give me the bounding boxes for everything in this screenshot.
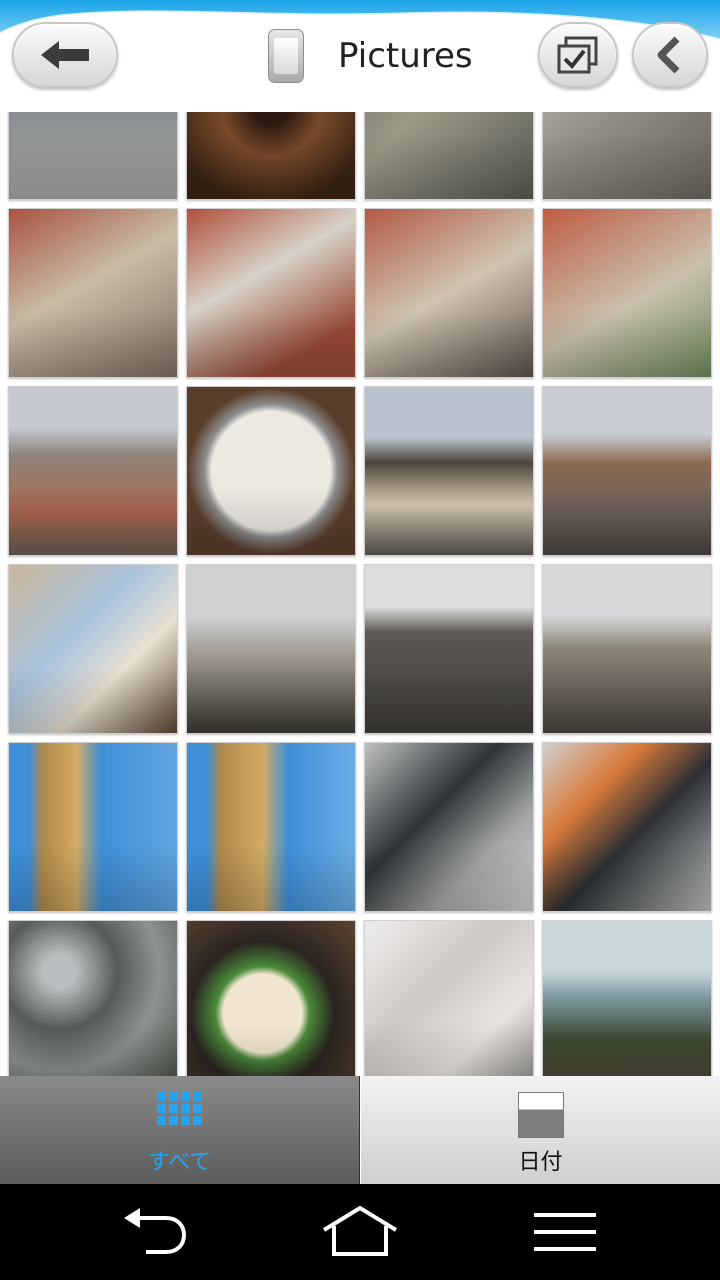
thumbnail-market-aerial-2[interactable] xyxy=(542,112,712,200)
home-icon xyxy=(322,1206,398,1256)
thumbnail-four-cylinder-tower-2[interactable] xyxy=(186,742,356,912)
view-tabs: すべて 日付 xyxy=(0,1076,720,1184)
thumbnail-castle-tower[interactable] xyxy=(364,564,534,734)
app-header: Pictures xyxy=(0,0,720,112)
thumbnail-city-aerial-window[interactable] xyxy=(8,208,178,378)
menu-icon xyxy=(534,1213,596,1251)
thumbnail-lake-view[interactable] xyxy=(542,920,712,1076)
photo-grid xyxy=(8,112,712,1076)
thumbnail-castle-front[interactable] xyxy=(542,564,712,734)
collapse-button[interactable] xyxy=(632,22,708,88)
back-icon xyxy=(124,1208,187,1254)
thumbnail-city-aerial-window-2[interactable] xyxy=(364,208,534,378)
gallery-screen: Pictures すべて 日付 xyxy=(0,0,720,1280)
grid-icon xyxy=(156,1092,203,1138)
select-mode-button[interactable] xyxy=(538,22,618,88)
thumbnail-cathedral-clock[interactable] xyxy=(186,386,356,556)
thumbnail-castle-trees[interactable] xyxy=(186,564,356,734)
chevron-left-icon xyxy=(657,36,680,74)
thumbnail-city-panorama[interactable] xyxy=(8,386,178,556)
thumbnail-city-aerial-rooftops-2[interactable] xyxy=(542,208,712,378)
thumbnail-pixelated-street[interactable] xyxy=(542,742,712,912)
thumbnail-four-cylinder-tower[interactable] xyxy=(8,742,178,912)
page-title: Pictures xyxy=(338,36,473,76)
system-nav-bar xyxy=(0,1184,720,1280)
select-checkbox-icon xyxy=(557,36,598,74)
thumbnail-pixelated-person[interactable] xyxy=(364,742,534,912)
thumbnail-city-aerial-rooftops[interactable] xyxy=(186,208,356,378)
nav-back-button[interactable] xyxy=(110,1202,200,1262)
nav-menu-button[interactable] xyxy=(520,1202,610,1262)
thumbnail-shopping-street[interactable] xyxy=(542,386,712,556)
back-arrow-icon xyxy=(41,41,89,69)
calendar-icon xyxy=(517,1092,564,1138)
thumbnail-cathedral-street[interactable] xyxy=(364,386,534,556)
back-button[interactable] xyxy=(12,22,118,88)
thumbnail-corridor[interactable] xyxy=(186,112,356,200)
phone-icon xyxy=(268,29,304,83)
tab-all-label: すべて xyxy=(147,1150,212,1175)
thumbnail-ramen-bowl[interactable] xyxy=(186,920,356,1076)
tab-date-label: 日付 xyxy=(518,1150,563,1175)
thumbnail-gravel[interactable] xyxy=(8,920,178,1076)
tab-all[interactable]: すべて xyxy=(0,1076,360,1184)
nav-home-button[interactable] xyxy=(315,1202,405,1262)
thumbnail-glasses-on-tray[interactable] xyxy=(8,564,178,734)
thumbnail-toilet-paper-wall[interactable] xyxy=(364,920,534,1076)
thumbnail-plaza-pavement[interactable] xyxy=(8,112,178,200)
photo-grid-viewport[interactable] xyxy=(0,112,720,1076)
thumbnail-market-aerial[interactable] xyxy=(364,112,534,200)
header-title-group: Pictures xyxy=(268,28,473,84)
tab-date[interactable]: 日付 xyxy=(360,1076,720,1184)
